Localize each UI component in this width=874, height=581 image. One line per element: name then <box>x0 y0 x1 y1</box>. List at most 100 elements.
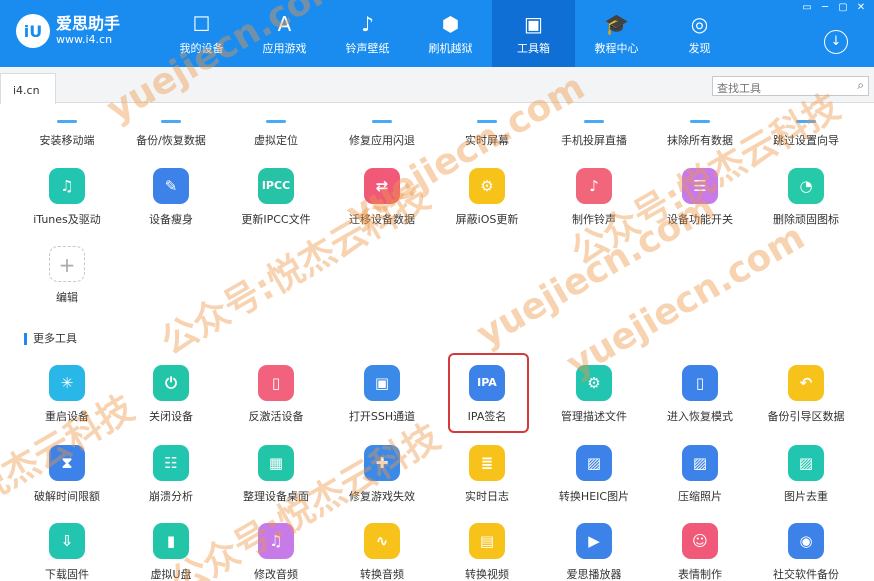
nav-item-6[interactable]: ◎ 发现 <box>658 0 741 67</box>
minimize-icon[interactable]: ─ <box>818 2 832 14</box>
tool-icon: ⏻ <box>153 365 189 401</box>
tool-item[interactable]: ♪ 制作铃声 <box>544 168 644 238</box>
tool-item[interactable]: ✳ 重启设备 <box>17 365 117 435</box>
tool-item[interactable]: ▯ 进入恢复模式 <box>650 365 750 435</box>
app-logo[interactable]: iU 爱思助手 www.i4.cn <box>16 14 120 48</box>
tool-label: iTunes及驱动 <box>33 213 101 226</box>
search-icon[interactable]: ⌕ <box>857 78 864 93</box>
tool-item[interactable]: ▮ 虚拟U盘 <box>121 523 221 581</box>
tool-icon: ▤ <box>469 523 505 559</box>
nav-item-2[interactable]: ♪ 铃声壁纸 <box>326 0 409 67</box>
tool-item[interactable]: ☰ 设备功能开关 <box>650 168 750 238</box>
tool-label[interactable]: 实时屏幕 <box>437 132 537 148</box>
tool-item[interactable]: ⏻ 关闭设备 <box>121 365 221 435</box>
tool-icon: ▨ <box>576 445 612 481</box>
nav-item-3[interactable]: ⬢ 刷机越狱 <box>409 0 492 67</box>
tool-label: 重启设备 <box>45 410 89 423</box>
search-input[interactable] <box>713 79 843 98</box>
nav-label: 铃声壁纸 <box>345 41 390 55</box>
tool-label: 更新IPCC文件 <box>241 213 311 226</box>
tool-item[interactable]: ⚙ 屏蔽iOS更新 <box>437 168 537 238</box>
tool-item[interactable]: ▯ 反激活设备 <box>226 365 326 435</box>
tool-label: 删除顽固图标 <box>773 213 839 226</box>
partial-icon-edge <box>372 120 392 123</box>
tool-item[interactable]: ∿ 转换音频 <box>332 523 432 581</box>
tool-label: 设备瘦身 <box>149 213 193 226</box>
tool-icon: ♫ <box>258 523 294 559</box>
tool-item[interactable]: IPA IPA签名 <box>437 365 537 435</box>
tool-item[interactable]: ⧗ 破解时间限额 <box>17 445 117 515</box>
nav-icon: 🎓 <box>604 11 629 36</box>
nav-label: 发现 <box>688 41 711 55</box>
tool-item[interactable]: ♫ 修改音频 <box>226 523 326 581</box>
tool-label: 整理设备桌面 <box>243 490 309 503</box>
tool-item[interactable]: ▨ 图片去重 <box>756 445 856 515</box>
tool-label: 破解时间限额 <box>34 490 100 503</box>
tool-icon: ⧗ <box>49 445 85 481</box>
tool-item[interactable]: ▦ 整理设备桌面 <box>226 445 326 515</box>
tool-label[interactable]: 修复应用闪退 <box>332 132 432 148</box>
tool-label[interactable]: 虚拟定位 <box>226 132 326 148</box>
tool-item[interactable]: ☷ 崩溃分析 <box>121 445 221 515</box>
partial-icon-edge <box>477 120 497 123</box>
skin-icon[interactable]: ▭ <box>800 2 814 14</box>
tool-item[interactable]: ≣ 实时日志 <box>437 445 537 515</box>
nav-item-1[interactable]: A 应用游戏 <box>243 0 326 67</box>
tool-item[interactable]: ⚙ 管理描述文件 <box>544 365 644 435</box>
tool-item[interactable]: ▨ 转换HEIC图片 <box>544 445 644 515</box>
download-icon[interactable]: ↓ <box>824 30 848 54</box>
tool-item[interactable]: ✚ 修复游戏失效 <box>332 445 432 515</box>
tool-item[interactable]: ▣ 打开SSH通道 <box>332 365 432 435</box>
tool-label: 下载固件 <box>45 568 89 581</box>
tool-item[interactable]: ⇄ 迁移设备数据 <box>332 168 432 238</box>
tool-label[interactable]: 手机投屏直播 <box>544 132 644 148</box>
tool-label[interactable]: 安装移动端 <box>17 132 117 148</box>
tool-icon: ▯ <box>258 365 294 401</box>
tool-icon: ▯ <box>682 365 718 401</box>
tool-label: 迁移设备数据 <box>349 213 415 226</box>
tool-icon: ▮ <box>153 523 189 559</box>
nav-item-5[interactable]: 🎓 教程中心 <box>575 0 658 67</box>
tool-label: 备份引导区数据 <box>767 410 845 423</box>
tool-icon: ▨ <box>788 445 824 481</box>
tab-i4cn[interactable]: i4.cn <box>0 73 56 104</box>
tool-item[interactable]: ☺ 表情制作 <box>650 523 750 581</box>
tool-label: 实时日志 <box>465 490 509 503</box>
tool-item[interactable]: + 编辑 <box>17 246 117 316</box>
tool-item[interactable]: ↶ 备份引导区数据 <box>756 365 856 435</box>
tool-icon: ✚ <box>364 445 400 481</box>
tool-item[interactable]: ✎ 设备瘦身 <box>121 168 221 238</box>
tool-item[interactable]: ◉ 社交软件备份 <box>756 523 856 581</box>
nav-label: 工具箱 <box>517 41 550 55</box>
tool-item[interactable]: ▶ 爱思播放器 <box>544 523 644 581</box>
tool-label[interactable]: 备份/恢复数据 <box>121 132 221 148</box>
tool-icon: ✳ <box>49 365 85 401</box>
tool-icon: ☷ <box>153 445 189 481</box>
tool-item[interactable]: ◔ 删除顽固图标 <box>756 168 856 238</box>
tool-icon: ∿ <box>364 523 400 559</box>
tool-label: 虚拟U盘 <box>150 568 192 581</box>
partial-icon-edge <box>161 120 181 123</box>
tool-item[interactable]: ⇩ 下载固件 <box>17 523 117 581</box>
tool-label: 转换视频 <box>465 568 509 581</box>
app-url: www.i4.cn <box>56 33 113 46</box>
tool-label[interactable]: 跳过设置向导 <box>756 132 856 148</box>
nav-item-0[interactable]: ☐ 我的设备 <box>160 0 243 67</box>
header-bar: iU 爱思助手 www.i4.cn ☐ 我的设备 A 应用游戏 ♪ 铃声壁纸 ⬢ 刷机越狱 ▣ 工… <box>0 0 874 67</box>
tool-icon: ≣ <box>469 445 505 481</box>
partial-icon-edge <box>796 120 816 123</box>
tool-item[interactable]: ♫ iTunes及驱动 <box>17 168 117 238</box>
nav-icon: ▣ <box>524 11 543 36</box>
tool-icon: IPCC <box>258 168 294 204</box>
nav-item-4[interactable]: ▣ 工具箱 <box>492 0 575 67</box>
close-icon[interactable]: ✕ <box>854 2 868 14</box>
main-nav: ☐ 我的设备 A 应用游戏 ♪ 铃声壁纸 ⬢ 刷机越狱 ▣ 工具箱 🎓 教程中心 ◎ 发现 <box>160 0 741 67</box>
tool-label[interactable]: 抹除所有数据 <box>650 132 750 148</box>
tool-icon: ▶ <box>576 523 612 559</box>
maximize-icon[interactable]: ▢ <box>836 2 850 14</box>
tool-item[interactable]: ▤ 转换视频 <box>437 523 537 581</box>
tool-item[interactable]: ▨ 压缩照片 <box>650 445 750 515</box>
tool-icon: ⚙ <box>576 365 612 401</box>
tool-item[interactable]: IPCC 更新IPCC文件 <box>226 168 326 238</box>
tool-label: 转换HEIC图片 <box>558 490 630 503</box>
